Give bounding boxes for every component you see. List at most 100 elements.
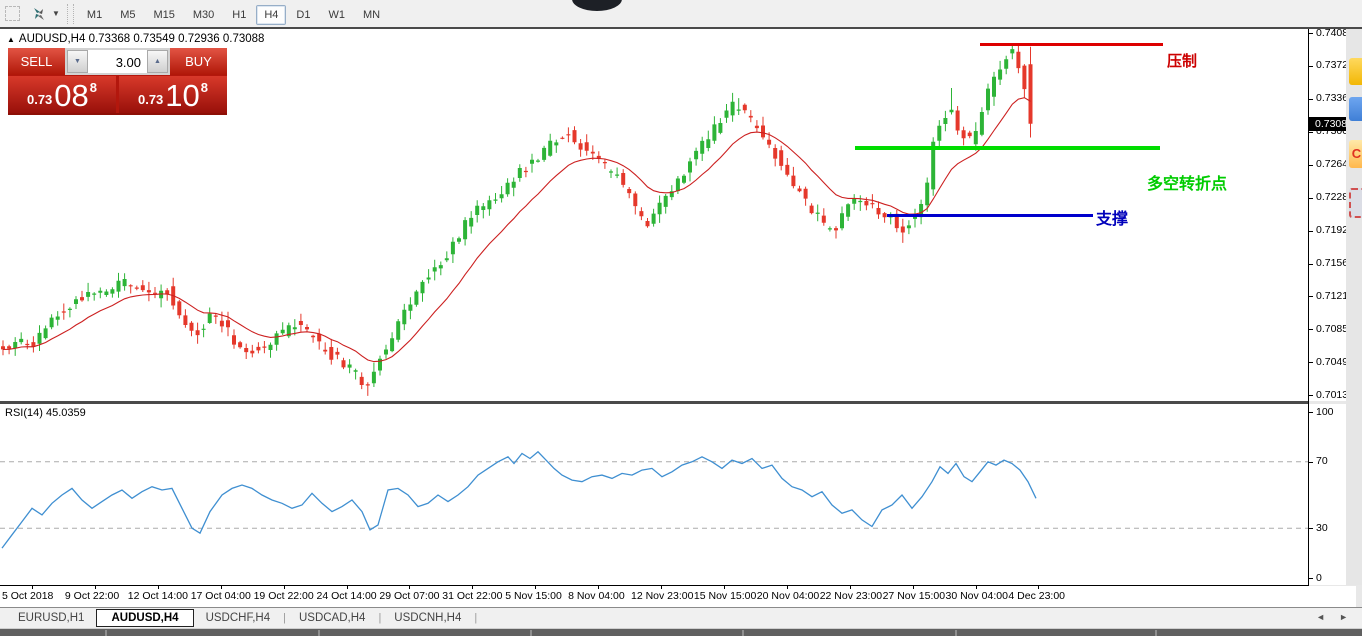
price-axis-tick <box>1309 362 1313 363</box>
taskbar-divider <box>955 630 957 636</box>
yellow-app-icon[interactable] <box>1349 58 1362 85</box>
date-axis-tick <box>32 585 33 589</box>
buy-button[interactable]: BUY <box>170 48 227 75</box>
date-axis-tick <box>409 585 410 589</box>
timeframe-h1-button[interactable]: H1 <box>224 5 254 25</box>
tab-separator: | <box>283 612 286 624</box>
date-axis-label: 9 Oct 22:00 <box>65 590 119 602</box>
rsi-axis-tick <box>1309 412 1313 413</box>
rsi-indicator-pane[interactable]: RSI(14) 45.0359 <box>0 404 1309 585</box>
rsi-axis-label: 0 <box>1316 572 1322 584</box>
one-click-trade-panel: SELL ▼ 3.00 ▲ BUY 0.73 08 8 0.73 10 8 <box>8 48 227 113</box>
price-axis-tick <box>1309 231 1313 232</box>
tab-scroll-right-icon[interactable]: ► <box>1339 612 1348 622</box>
date-axis-label: 15 Nov 15:00 <box>694 590 756 602</box>
volume-box: ▼ 3.00 ▲ <box>65 48 170 75</box>
volume-input[interactable]: 3.00 <box>88 50 147 73</box>
resistance-label: 压制 <box>1167 50 1197 71</box>
chart-tab-eurusd-h1[interactable]: EURUSD,H1 <box>6 610 96 626</box>
blue-app-icon[interactable] <box>1349 97 1362 121</box>
timeframe-m15-button[interactable]: M15 <box>145 5 182 25</box>
date-axis-tick <box>284 585 285 589</box>
date-axis-label: 12 Oct 14:00 <box>128 590 188 602</box>
orange-app-icon[interactable]: C <box>1349 140 1362 168</box>
toolbar: ▼ M1M5M15M30H1H4D1W1MN <box>0 0 1362 27</box>
rsi-axis-label: 100 <box>1316 406 1334 418</box>
resistance-line[interactable] <box>980 43 1163 46</box>
timeframe-w1-button[interactable]: W1 <box>320 5 353 25</box>
toolbar-separator <box>67 4 74 24</box>
date-axis-tick <box>976 585 977 589</box>
buy-price[interactable]: 0.73 10 8 <box>119 76 227 113</box>
price-axis-tick <box>1309 132 1313 133</box>
timeframe-m1-button[interactable]: M1 <box>79 5 110 25</box>
support-line[interactable] <box>887 214 1093 217</box>
date-axis-tick <box>661 585 662 589</box>
timeframe-mn-button[interactable]: MN <box>355 5 388 25</box>
taskbar-strip <box>0 628 1362 636</box>
taskbar-divider <box>105 630 107 636</box>
candlestick-chart[interactable]: 压制 多空转折点 支撑 ▲AUDUSD,H4 0.73368 0.73549 0… <box>0 29 1309 401</box>
tab-separator: | <box>378 612 381 624</box>
date-axis-label: 4 Dec 23:00 <box>1008 590 1065 602</box>
pivot-line[interactable] <box>855 146 1160 150</box>
taskbar-divider <box>318 630 320 636</box>
date-axis-tick <box>472 585 473 589</box>
desktop-edge: C <box>1346 29 1362 585</box>
date-axis-tick <box>598 585 599 589</box>
rsi-indicator-label: RSI(14) 45.0359 <box>5 407 86 419</box>
volume-decrease-button[interactable]: ▼ <box>67 50 88 73</box>
sell-price[interactable]: 0.73 08 8 <box>8 76 116 113</box>
dashed-shortcut-icon[interactable] <box>1349 188 1362 218</box>
date-axis-tick <box>724 585 725 589</box>
date-axis-tick <box>535 585 536 589</box>
taskbar-divider <box>530 630 532 636</box>
timeframe-d1-button[interactable]: D1 <box>288 5 318 25</box>
pivot-label: 多空转折点 <box>1147 170 1227 194</box>
dropdown-caret-icon[interactable]: ▼ <box>52 9 60 18</box>
tab-separator: | <box>474 612 477 624</box>
date-axis-label: 5 Oct 2018 <box>2 590 53 602</box>
chart-tab-usdcnh-h4[interactable]: USDCNH,H4 <box>382 610 473 626</box>
selection-rect-icon[interactable] <box>5 5 25 23</box>
tab-scroll-left-icon[interactable]: ◄ <box>1316 612 1325 622</box>
date-axis-label: 5 Nov 15:00 <box>505 590 562 602</box>
date-axis-label: 29 Oct 07:00 <box>379 590 439 602</box>
date-axis-tick <box>1038 585 1039 589</box>
price-axis-tick <box>1309 99 1313 100</box>
price-axis-tick <box>1309 165 1313 166</box>
price-axis-tick <box>1309 198 1313 199</box>
chart-tab-usdchf-h4[interactable]: USDCHF,H4 <box>194 610 283 626</box>
timeframe-h4-button[interactable]: H4 <box>256 5 286 25</box>
date-axis-tick <box>913 585 914 589</box>
price-axis-tick <box>1309 296 1313 297</box>
sell-button[interactable]: SELL <box>8 48 65 75</box>
date-axis-label: 27 Nov 15:00 <box>883 590 945 602</box>
date-axis-tick <box>158 585 159 589</box>
chart-tab-audusd-h4[interactable]: AUDUSD,H4 <box>96 609 193 627</box>
volume-increase-button[interactable]: ▲ <box>147 50 168 73</box>
rsi-chart-canvas[interactable] <box>0 404 1309 585</box>
date-axis-label: 17 Oct 04:00 <box>191 590 251 602</box>
chart-tab-bar: EURUSD,H1AUDUSD,H4USDCHF,H4|USDCAD,H4|US… <box>0 607 1362 628</box>
rsi-axis-tick <box>1309 578 1313 579</box>
date-axis-label: 30 Nov 04:00 <box>946 590 1008 602</box>
timeframe-m5-button[interactable]: M5 <box>112 5 143 25</box>
date-axis-tick <box>95 585 96 589</box>
date-axis[interactable]: 5 Oct 2018 9 Oct 22:00 12 Oct 14:0017 Oct … <box>0 586 1356 607</box>
taskbar-divider <box>1155 630 1157 636</box>
timeframe-m30-button[interactable]: M30 <box>185 5 222 25</box>
date-axis-label: 20 Nov 04:00 <box>757 590 819 602</box>
date-axis-tick <box>850 585 851 589</box>
date-axis-label: 31 Oct 22:00 <box>442 590 502 602</box>
rsi-axis[interactable]: 10070300 <box>1309 404 1346 585</box>
date-axis-tick <box>787 585 788 589</box>
taskbar-divider <box>742 630 744 636</box>
crosshair-arrows-icon[interactable] <box>29 5 49 23</box>
price-axis-tick <box>1309 395 1313 396</box>
collapse-triangle-icon[interactable]: ▲ <box>7 35 15 44</box>
date-axis-label: 8 Nov 04:00 <box>568 590 625 602</box>
chart-tab-usdcad-h4[interactable]: USDCAD,H4 <box>287 610 377 626</box>
date-axis-label: 12 Nov 23:00 <box>631 590 693 602</box>
price-axis[interactable]: 0.73088 0.740800.737200.733600.730000.72… <box>1309 29 1346 401</box>
